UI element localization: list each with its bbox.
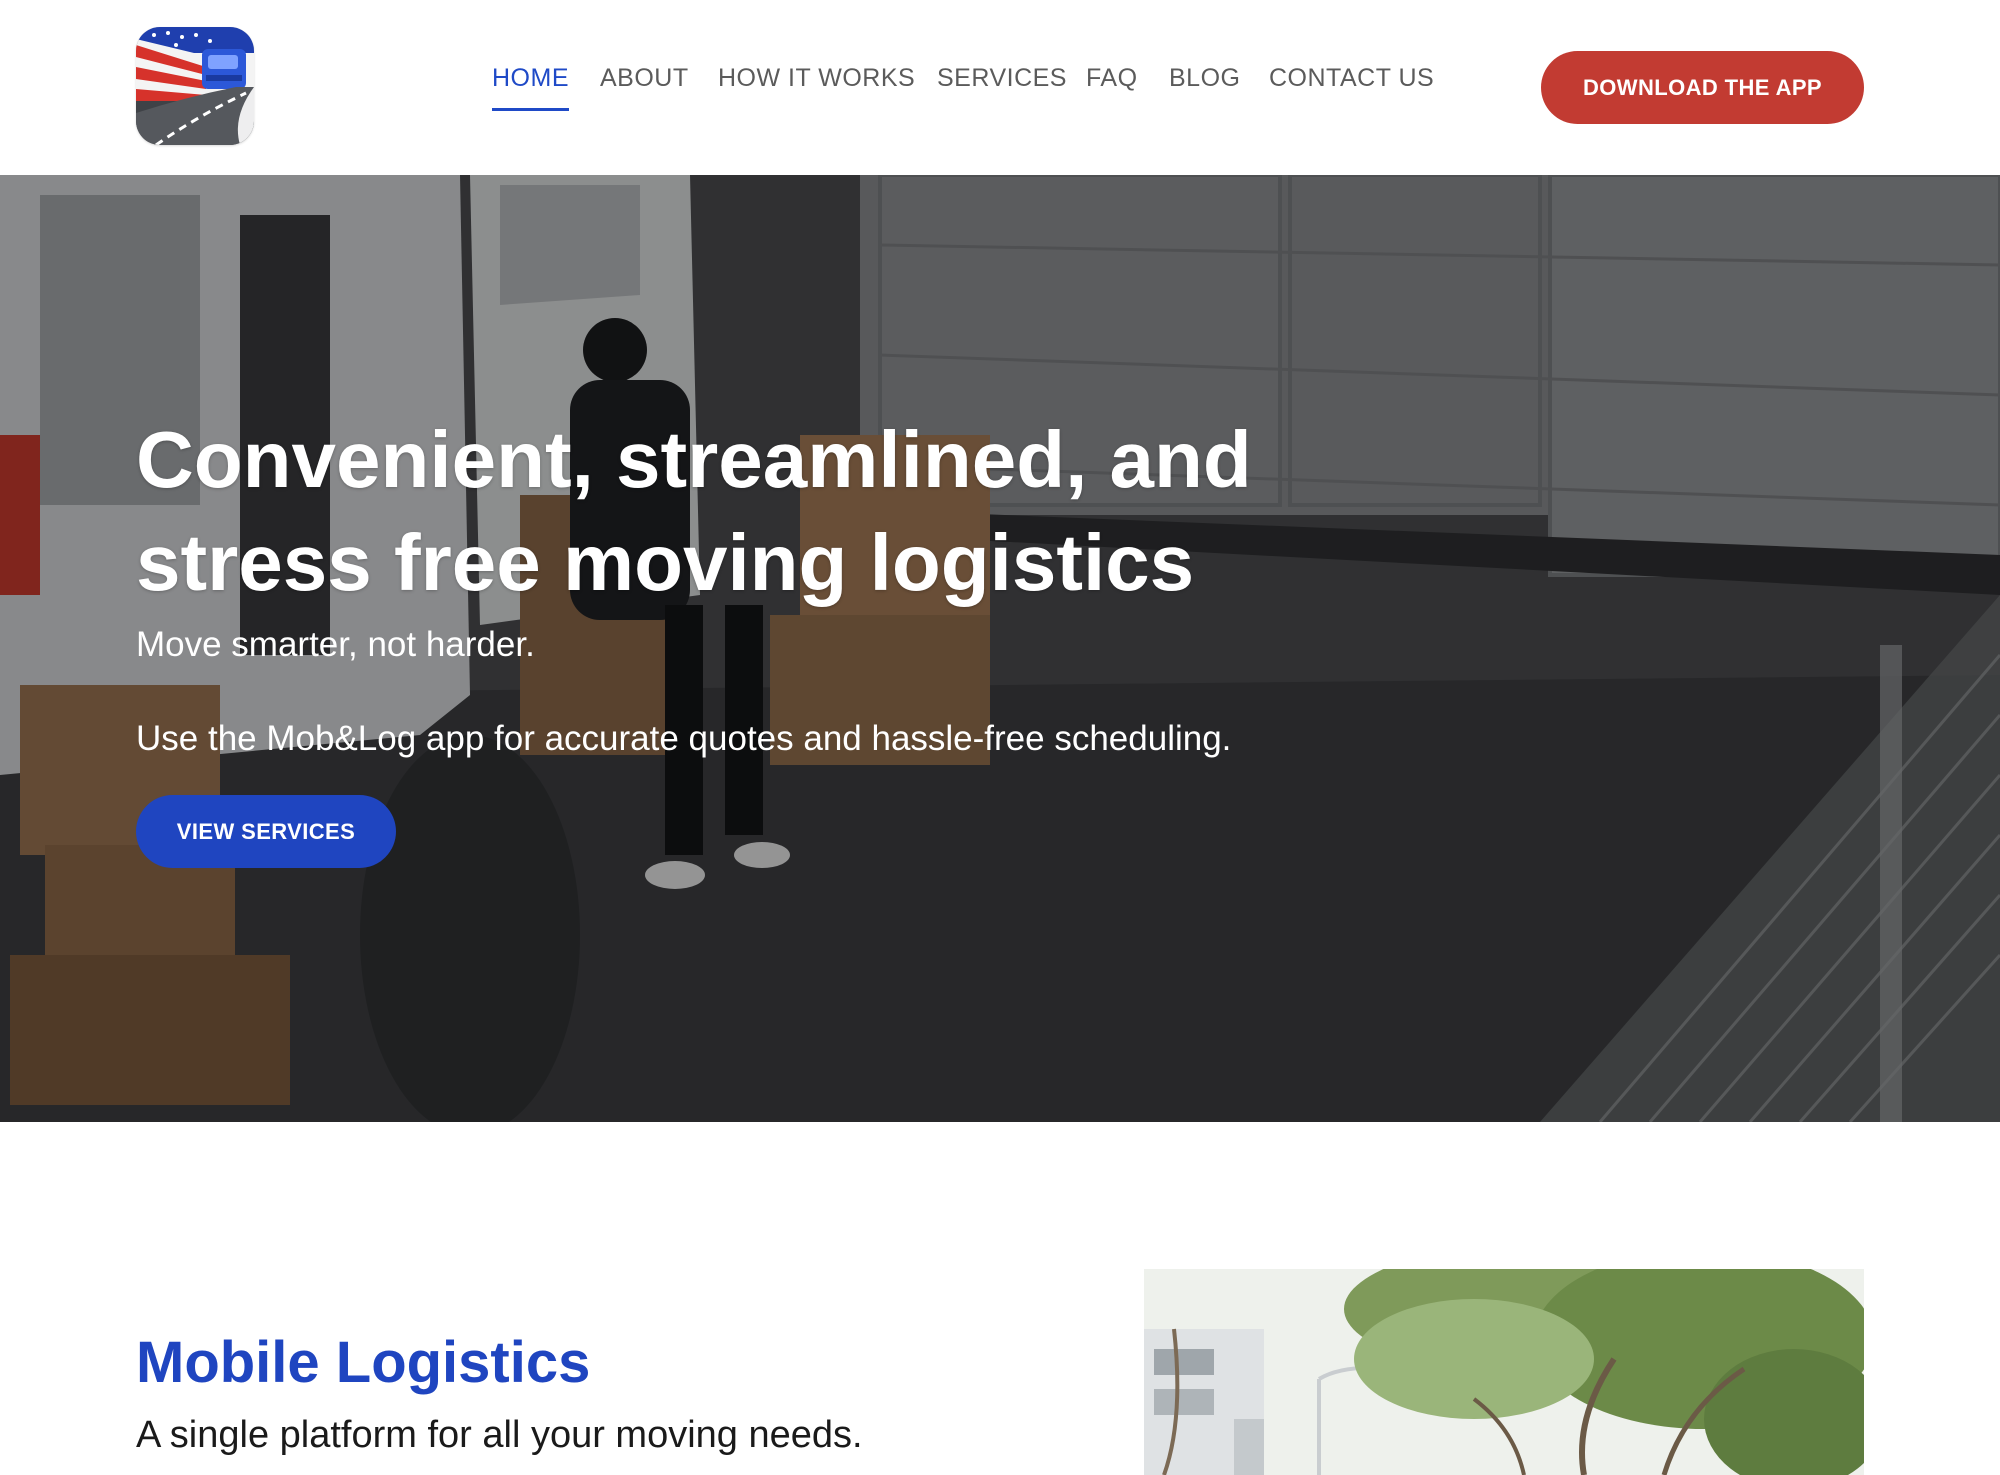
site-header: HOME ABOUT HOW IT WORKS SERVICES FAQ BLO…: [0, 0, 2000, 175]
nav-blog[interactable]: BLOG: [1169, 63, 1240, 93]
section-subtitle: A single platform for all your moving ne…: [136, 1414, 863, 1456]
nav-contact-us[interactable]: CONTACT US: [1269, 63, 1434, 93]
hero-section: Convenient, streamlined, and stress free…: [0, 175, 2000, 1122]
hero-subtitle: Move smarter, not harder.: [136, 625, 535, 664]
hero-title-line-1: Convenient, streamlined, and: [136, 415, 1252, 504]
hero-description: Use the Mob&Log app for accurate quotes …: [136, 719, 1232, 758]
nav-about[interactable]: ABOUT: [600, 63, 689, 93]
nav-home[interactable]: HOME: [492, 63, 569, 111]
nav-faq[interactable]: FAQ: [1086, 63, 1138, 93]
download-app-button[interactable]: DOWNLOAD THE APP: [1541, 51, 1864, 124]
nav-services[interactable]: SERVICES: [937, 63, 1067, 93]
view-services-button[interactable]: VIEW SERVICES: [136, 795, 396, 868]
section-photo: [1144, 1269, 1864, 1475]
logo-icon[interactable]: [136, 27, 254, 145]
hero-title: Convenient, streamlined, and stress free…: [136, 408, 1436, 614]
nav-how-it-works[interactable]: HOW IT WORKS: [718, 63, 915, 93]
hero-title-line-2: stress free moving logistics: [136, 518, 1195, 607]
section-title: Mobile Logistics: [136, 1330, 591, 1395]
